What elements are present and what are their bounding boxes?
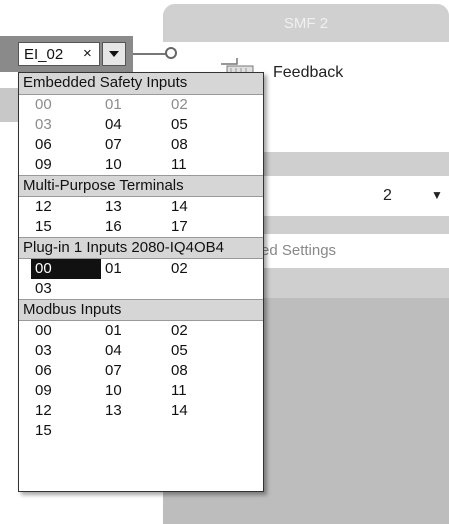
selected-option[interactable]: 00 bbox=[31, 259, 101, 279]
list-option[interactable]: 01 bbox=[103, 95, 147, 115]
option-row: 06 07 08 bbox=[19, 135, 263, 155]
list-option[interactable]: 11 bbox=[169, 155, 213, 175]
list-option[interactable]: 01 bbox=[103, 321, 147, 341]
list-option[interactable]: 03 bbox=[33, 279, 77, 299]
list-option[interactable]: 12 bbox=[33, 401, 77, 421]
list-option[interactable]: 08 bbox=[169, 135, 213, 155]
option-row: 00 01 02 bbox=[19, 321, 263, 341]
list-option[interactable]: 07 bbox=[103, 135, 147, 155]
input-dropdown-list[interactable]: Embedded Safety Inputs 00 01 02 03 04 05 06 07 08… bbox=[18, 72, 264, 492]
panel-title: SMF 2 bbox=[163, 4, 449, 42]
list-option[interactable]: 04 bbox=[103, 115, 147, 135]
list-option[interactable]: 09 bbox=[33, 155, 77, 175]
advanced-settings-label: ed Settings bbox=[261, 242, 337, 259]
option-row: 15 16 17 bbox=[19, 217, 263, 237]
list-option[interactable]: 10 bbox=[103, 381, 147, 401]
option-row: 03 04 05 bbox=[19, 341, 263, 361]
option-row: 06 07 08 bbox=[19, 361, 263, 381]
connection-point[interactable] bbox=[165, 47, 177, 59]
list-option[interactable]: 06 bbox=[33, 135, 77, 155]
list-option[interactable]: 03 bbox=[33, 341, 77, 361]
option-row: 03 04 05 bbox=[19, 115, 263, 135]
list-option[interactable]: 08 bbox=[169, 361, 213, 381]
list-option[interactable]: 10 bbox=[103, 155, 147, 175]
list-option[interactable]: 12 bbox=[33, 197, 77, 217]
group-header: Plug-in 1 Inputs 2080-IQ4OB4 bbox=[19, 237, 263, 259]
list-option[interactable]: 05 bbox=[169, 115, 213, 135]
group-header: Embedded Safety Inputs bbox=[19, 73, 263, 95]
group-header: Multi-Purpose Terminals bbox=[19, 175, 263, 197]
option-row: 09 10 11 bbox=[19, 381, 263, 401]
group-header: Modbus Inputs bbox=[19, 299, 263, 321]
option-row: 00 01 02 bbox=[19, 259, 263, 279]
list-option[interactable]: 01 bbox=[103, 259, 147, 279]
list-option[interactable]: 00 bbox=[33, 321, 77, 341]
list-option[interactable]: 14 bbox=[169, 197, 213, 217]
feedback-label: Feedback bbox=[273, 64, 344, 81]
option-row: 00 01 02 bbox=[19, 95, 263, 115]
list-option[interactable]: 05 bbox=[169, 341, 213, 361]
list-option[interactable]: 09 bbox=[33, 381, 77, 401]
list-option[interactable]: 11 bbox=[169, 381, 213, 401]
list-option[interactable]: 00 bbox=[33, 95, 77, 115]
dropdown-toggle-button[interactable] bbox=[102, 42, 126, 66]
list-option[interactable]: 02 bbox=[169, 321, 213, 341]
select-value: 2 bbox=[383, 187, 392, 204]
chevron-down-icon bbox=[109, 51, 119, 57]
option-row: 09 10 11 bbox=[19, 155, 263, 175]
clear-icon[interactable]: × bbox=[83, 45, 92, 62]
list-option[interactable]: 15 bbox=[33, 421, 77, 441]
list-option[interactable]: 02 bbox=[169, 95, 213, 115]
list-option[interactable]: 03 bbox=[33, 115, 77, 135]
chevron-down-icon[interactable]: ▼ bbox=[431, 188, 443, 202]
option-row: 03 bbox=[19, 279, 263, 299]
option-row: 12 13 14 bbox=[19, 401, 263, 421]
list-option[interactable]: 02 bbox=[169, 259, 213, 279]
list-option[interactable]: 13 bbox=[103, 401, 147, 421]
list-option[interactable]: 07 bbox=[103, 361, 147, 381]
list-option[interactable]: 16 bbox=[103, 217, 147, 237]
option-row: 12 13 14 bbox=[19, 197, 263, 217]
list-option[interactable]: 06 bbox=[33, 361, 77, 381]
option-row: 15 bbox=[19, 421, 263, 441]
list-option[interactable]: 13 bbox=[103, 197, 147, 217]
list-option[interactable]: 14 bbox=[169, 401, 213, 421]
list-option[interactable]: 15 bbox=[33, 217, 77, 237]
list-option[interactable]: 17 bbox=[169, 217, 213, 237]
list-option[interactable]: 04 bbox=[103, 341, 147, 361]
tag-combo-value: EI_02 bbox=[24, 46, 64, 63]
tag-combo-input[interactable]: EI_02 × bbox=[18, 42, 100, 66]
